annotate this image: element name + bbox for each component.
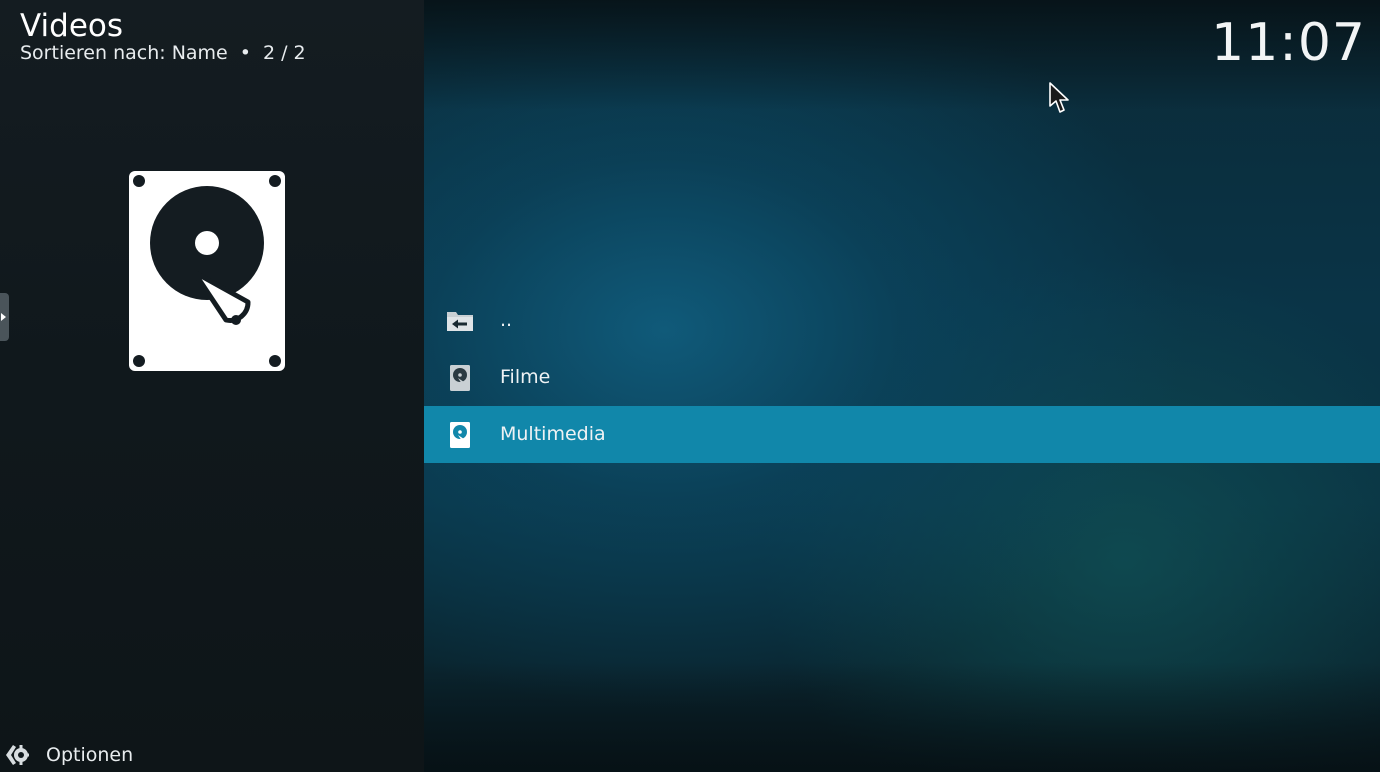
list-item-label: Multimedia [500,423,606,445]
list-item-label: Filme [500,366,551,388]
mouse-pointer-icon [1049,82,1069,113]
clock: 11:07 [1211,13,1366,73]
hard-drive-icon [450,422,470,448]
left-panel: Videos Sortieren nach: Name • 2 / 2 Opti… [0,0,424,772]
folder-back-icon [447,312,473,331]
options-label: Optionen [46,744,134,766]
page-title: Videos [20,8,124,44]
list-item-parent-folder[interactable]: .. [424,292,1380,349]
file-list: .. Filme Multimedia [424,292,1380,463]
hard-drive-icon [129,171,285,371]
sort-info[interactable]: Sortieren nach: Name • 2 / 2 [20,42,306,64]
page-counter: 2 / 2 [262,42,306,64]
list-item-label: .. [500,309,513,331]
side-menu-handle[interactable] [0,293,9,341]
sort-label: Sortieren nach: Name [20,42,228,64]
hard-drive-icon [450,365,470,391]
settings-gear-icon [6,745,29,765]
kodi-videos-screen: Videos Sortieren nach: Name • 2 / 2 Opti… [0,0,1380,772]
list-item-filme[interactable]: Filme [424,349,1380,406]
options-button[interactable]: Optionen [4,740,133,770]
separator-dot: • [239,42,251,64]
list-item-multimedia[interactable]: Multimedia [424,406,1380,463]
